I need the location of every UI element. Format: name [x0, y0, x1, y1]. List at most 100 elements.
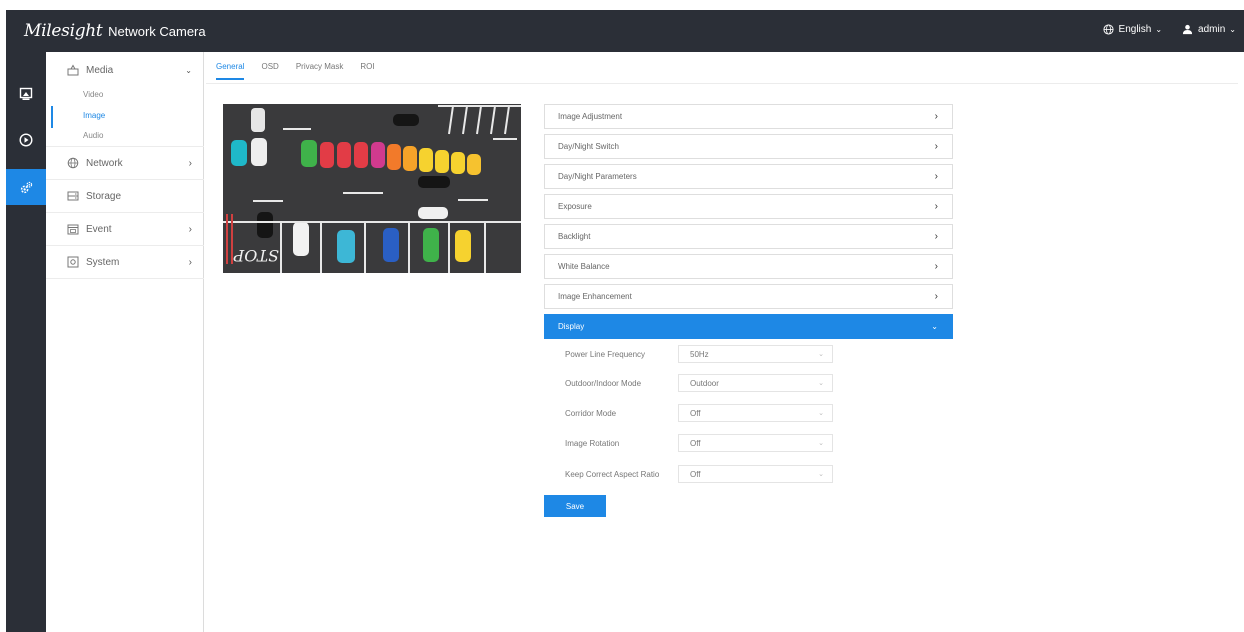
monitor-icon: [19, 87, 33, 100]
chevron-right-icon: ›: [188, 256, 192, 268]
panel-label: Exposure: [558, 202, 592, 211]
chevron-down-icon: ⌄: [818, 440, 824, 447]
panel-day-night-switch[interactable]: Day/Night Switch ›: [544, 134, 953, 159]
globe-icon: [66, 157, 79, 170]
chevron-right-icon: ›: [934, 201, 938, 212]
tab-privacy-mask[interactable]: Privacy Mask: [296, 62, 344, 80]
divider: [206, 83, 1238, 84]
chevron-right-icon: ›: [934, 141, 938, 152]
select-value: Off: [690, 438, 701, 448]
panel-label: Day/Night Switch: [558, 142, 619, 151]
menu-subitem-image[interactable]: Image: [83, 111, 105, 120]
panel-label: Image Enhancement: [558, 292, 632, 301]
chevron-right-icon: ›: [934, 291, 938, 302]
select-value: Off: [690, 408, 701, 418]
field-outdoor-indoor-mode: Outdoor/Indoor Mode Outdoor ⌄: [565, 374, 833, 392]
chevron-right-icon: ›: [188, 223, 192, 235]
panel-backlight[interactable]: Backlight ›: [544, 224, 953, 249]
keep-aspect-ratio-select[interactable]: Off ⌄: [678, 465, 833, 483]
save-button[interactable]: Save: [544, 495, 606, 517]
storage-icon: [66, 190, 79, 203]
chevron-down-icon: ⌄: [1229, 25, 1236, 34]
gear-icon: [20, 181, 32, 193]
settings-button[interactable]: [6, 169, 46, 205]
menu-media-label: Media: [86, 64, 114, 76]
language-label: English: [1118, 24, 1152, 35]
menu-media[interactable]: Media ⌄: [46, 54, 204, 86]
panel-label: Day/Night Parameters: [558, 172, 637, 181]
playback-button[interactable]: [6, 122, 46, 158]
camera-preview: STOP: [223, 104, 521, 273]
panel-day-night-parameters[interactable]: Day/Night Parameters ›: [544, 164, 953, 189]
panel-display[interactable]: Display ⌄: [544, 314, 953, 339]
chevron-right-icon: ›: [934, 261, 938, 272]
tab-bar: General OSD Privacy Mask ROI: [216, 62, 392, 80]
chevron-down-icon: ⌄: [1155, 25, 1163, 34]
calendar-icon: [66, 223, 79, 236]
panel-exposure[interactable]: Exposure ›: [544, 194, 953, 219]
menu-network[interactable]: Network ›: [46, 147, 204, 179]
field-corridor-mode: Corridor Mode Off ⌄: [565, 404, 833, 422]
system-icon: [66, 256, 79, 269]
chevron-down-icon: ⌄: [818, 351, 824, 358]
menu-subitem-audio[interactable]: Audio: [83, 131, 103, 140]
field-label: Corridor Mode: [565, 408, 617, 418]
panel-image-adjustment[interactable]: Image Adjustment ›: [544, 104, 953, 129]
chevron-right-icon: ›: [934, 111, 938, 122]
tab-osd[interactable]: OSD: [261, 62, 278, 80]
road-marking-text: STOP: [233, 246, 279, 265]
field-label: Outdoor/Indoor Mode: [565, 378, 642, 388]
panel-label: Display: [558, 322, 585, 331]
chevron-right-icon: ›: [934, 171, 938, 182]
parking-lot-image: STOP: [223, 104, 521, 273]
select-value: Off: [690, 469, 701, 479]
select-value: Outdoor: [690, 378, 719, 388]
outdoor-indoor-mode-select[interactable]: Outdoor ⌄: [678, 374, 833, 392]
globe-icon: [1102, 24, 1114, 35]
panel-label: Image Adjustment: [558, 112, 623, 121]
tab-general[interactable]: General: [216, 62, 245, 80]
menu-event[interactable]: Event ›: [46, 213, 204, 245]
settings-menu: Media ⌄ Video Image Audio Network › Stor…: [46, 52, 204, 632]
panel-label: Backlight: [558, 232, 591, 241]
play-circle-icon: [19, 133, 33, 147]
menu-system[interactable]: System ›: [46, 246, 204, 278]
chevron-down-icon: ⌄: [818, 471, 824, 478]
field-label: Image Rotation: [565, 438, 620, 448]
chevron-down-icon: ⌄: [185, 65, 192, 75]
language-selector[interactable]: English ⌄: [1102, 24, 1163, 35]
menu-event-label: Event: [86, 223, 112, 235]
corridor-mode-select[interactable]: Off ⌄: [678, 404, 833, 422]
panel-image-enhancement[interactable]: Image Enhancement ›: [544, 284, 953, 309]
brand-logo-name: Milesight: [24, 21, 103, 41]
chevron-down-icon: ⌄: [818, 380, 824, 387]
brand-subtitle: Network Camera: [108, 24, 206, 39]
chevron-right-icon: ›: [188, 157, 192, 169]
icon-rail: [6, 52, 46, 632]
select-value: 50Hz: [690, 349, 709, 359]
menu-storage[interactable]: Storage: [46, 180, 204, 212]
top-bar: Milesight Network Camera English ⌄ admin…: [6, 10, 1244, 52]
menu-subitem-video[interactable]: Video: [83, 90, 103, 99]
media-icon: [66, 64, 79, 77]
field-label: Power Line Frequency: [565, 349, 646, 359]
user-icon: [1182, 24, 1193, 35]
image-rotation-select[interactable]: Off ⌄: [678, 434, 833, 452]
active-subitem-indicator: [51, 106, 53, 128]
field-keep-aspect-ratio: Keep Correct Aspect Ratio Off ⌄: [565, 465, 833, 483]
chevron-down-icon: ⌄: [818, 410, 824, 417]
menu-network-label: Network: [86, 157, 123, 169]
user-menu[interactable]: admin ⌄: [1182, 24, 1236, 35]
divider: [46, 278, 204, 279]
menu-system-label: System: [86, 256, 120, 268]
live-view-button[interactable]: [6, 76, 46, 112]
tab-roi[interactable]: ROI: [360, 62, 374, 80]
field-power-line-frequency: Power Line Frequency 50Hz ⌄: [565, 345, 833, 363]
panel-white-balance[interactable]: White Balance ›: [544, 254, 953, 279]
power-line-frequency-select[interactable]: 50Hz ⌄: [678, 345, 833, 363]
chevron-right-icon: ›: [934, 231, 938, 242]
brand-logo: Milesight Network Camera: [24, 21, 206, 41]
menu-storage-label: Storage: [86, 190, 122, 202]
chevron-down-icon: ⌄: [931, 322, 938, 331]
image-settings-panels: Image Adjustment › Day/Night Switch › Day/…: [544, 104, 953, 344]
